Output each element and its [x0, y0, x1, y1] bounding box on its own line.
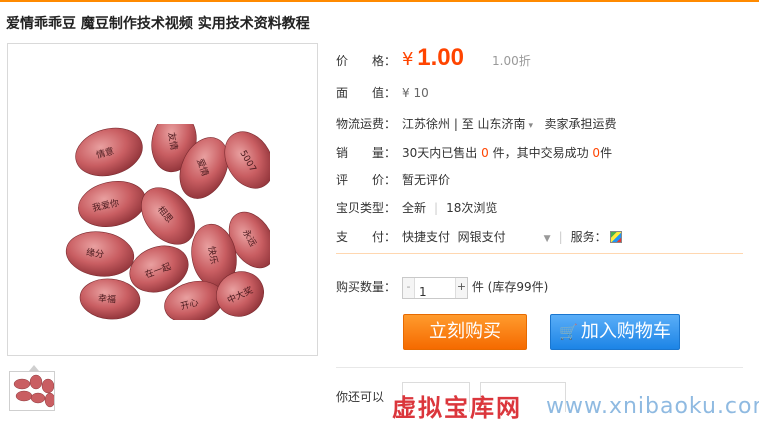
payment-dropdown-icon[interactable]: ▼ — [544, 234, 551, 244]
thumbnail-beans — [13, 374, 54, 408]
shipping-from: 江苏徐州 — [402, 117, 451, 131]
success-count: 0 — [592, 146, 601, 160]
watermark-url: www.xnibaoku.com — [546, 394, 759, 419]
service-badge-icon[interactable] — [609, 231, 622, 243]
price-row: 价 格： ¥ 1.00 1.00折 — [336, 44, 531, 75]
discount-text: 1.00折 — [492, 54, 531, 68]
shipping-to-word: 至 — [461, 117, 474, 131]
divider: | — [434, 201, 439, 215]
rating-label: 评 价： — [336, 173, 397, 187]
divider: | — [558, 230, 563, 244]
price-symbol: ¥ — [402, 49, 414, 70]
shipping-destination: 山东济南 — [477, 117, 526, 131]
magic-beans-image: 情意 友情 爱情 5007 我爱你 相思 永远 缘分 在一起 快乐 幸福 开心 … — [65, 124, 270, 320]
face-value: ¥ 10 — [402, 86, 429, 100]
sold-count: 0 — [481, 146, 489, 160]
cart-icon: 🛒 — [559, 323, 578, 341]
sales-suffix: 件 — [600, 146, 613, 160]
item-type-label: 宝贝类型： — [336, 201, 397, 215]
payment-row: 支 付： 快捷支付 网银支付 ▼ | 服务： — [336, 228, 622, 245]
sales-row: 销 量： 30天内已售出 0 件，其中交易成功 0件 — [336, 144, 612, 161]
bottom-divider — [336, 367, 743, 368]
price-value: 1.00 — [417, 44, 464, 71]
quantity-label: 购买数量： — [336, 280, 397, 294]
shipping-destination-select[interactable]: 山东济南 ▾ — [478, 117, 534, 131]
quantity-row: 购买数量： -1 + 件 (库存99件) — [336, 276, 548, 299]
item-condition: 全新 — [402, 201, 427, 215]
face-value-label: 面 值： — [336, 86, 397, 100]
chevron-down-icon: ▾ — [528, 121, 534, 131]
sales-prefix: 30天内已售出 — [402, 146, 478, 160]
payment-method-quick[interactable]: 快捷支付 — [402, 230, 450, 244]
quantity-plus-button[interactable]: + — [455, 277, 467, 298]
quantity-input[interactable]: 1 — [419, 281, 427, 303]
view-count: 18次浏览 — [446, 201, 498, 215]
thumbnail-image[interactable] — [9, 371, 55, 411]
shipping-fee: 卖家承担运费 — [544, 117, 617, 131]
payment-label: 支 付： — [336, 230, 397, 244]
payment-method-bank[interactable]: 网银支付 — [458, 230, 506, 244]
face-value-row: 面 值： ¥ 10 — [336, 84, 429, 101]
shipping-label: 物流运费： — [336, 117, 397, 131]
stock-count: (库存99件) — [487, 280, 549, 294]
add-to-cart-label: 加入购物车 — [580, 321, 671, 342]
also-label: 你还可以 — [336, 390, 385, 404]
sales-label: 销 量： — [336, 146, 397, 160]
shipping-row: 物流运费： 江苏徐州 | 至 山东济南 ▾ 卖家承担运费 — [336, 117, 617, 131]
section-divider — [336, 253, 743, 254]
rating-row: 评 价： 暂无评价 — [336, 171, 450, 188]
product-title: 爱情乖乖豆 魔豆制作技术视频 实用技术资料教程 — [6, 16, 310, 32]
buy-now-button[interactable]: 立刻购买 — [403, 314, 527, 350]
rating-value[interactable]: 暂无评价 — [402, 173, 450, 187]
quantity-unit: 件 — [471, 280, 484, 294]
price-label: 价 格： — [336, 54, 397, 68]
quantity-minus-button[interactable]: - — [403, 277, 415, 298]
sales-mid: 件，其中交易成功 — [492, 146, 589, 160]
add-to-cart-button[interactable]: 🛒 加入购物车 — [550, 314, 680, 350]
item-type-row: 宝贝类型： 全新 | 18次浏览 — [336, 199, 497, 216]
watermark-text: 虚拟宝库网 — [392, 394, 522, 422]
service-label: 服务： — [570, 230, 607, 244]
buy-now-label: 立刻购买 — [429, 321, 501, 342]
top-accent-line — [0, 0, 759, 2]
quantity-stepper: -1 + — [402, 276, 468, 299]
main-product-image[interactable]: 情意 友情 爱情 5007 我爱你 相思 永远 缘分 在一起 快乐 幸福 开心 … — [7, 43, 318, 356]
